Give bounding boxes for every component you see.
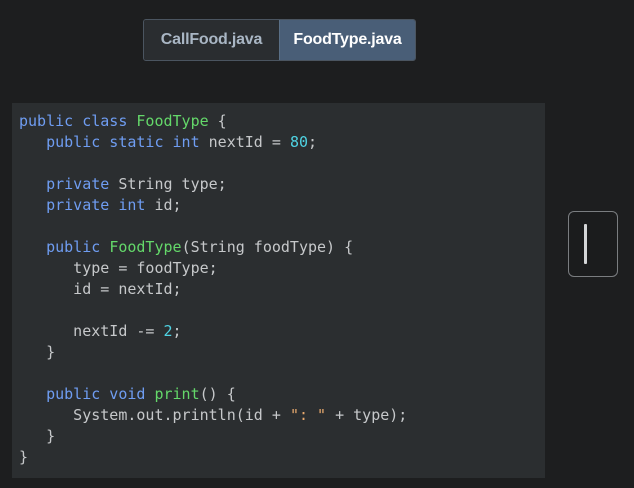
code-editor: public class FoodType { public static in… — [12, 103, 545, 478]
code-token: private — [19, 175, 119, 193]
code-line: } — [19, 447, 545, 468]
code-token: public — [19, 238, 110, 256]
code-token: id; — [154, 196, 182, 214]
tab-foodtype[interactable]: FoodType.java — [279, 20, 415, 60]
code-line: public class FoodType { — [19, 111, 545, 132]
code-token: print — [154, 385, 200, 403]
code-token: nextId -= — [19, 322, 164, 340]
code-token: () { — [199, 385, 236, 403]
scroll-widget[interactable] — [568, 211, 618, 277]
code-token: 80 — [289, 133, 308, 151]
code-token: public class — [19, 112, 137, 130]
code-token: { — [208, 112, 227, 130]
code-token: public static int — [19, 133, 209, 151]
code-token: FoodType — [109, 238, 182, 256]
file-tabs: CallFood.java FoodType.java — [143, 19, 416, 61]
code-line: } — [19, 426, 545, 447]
code-block: public class FoodType { public static in… — [19, 111, 545, 468]
code-token: ": " — [289, 406, 327, 424]
code-token: } — [19, 343, 56, 361]
code-token: ; — [308, 133, 318, 151]
code-token: System.out.println(id + — [19, 406, 290, 424]
tab-callfood[interactable]: CallFood.java — [144, 20, 279, 60]
code-line: public FoodType(String foodType) { — [19, 237, 545, 258]
code-line: private int id; — [19, 195, 545, 216]
code-line: System.out.println(id + ": " + type); — [19, 405, 545, 426]
code-token: ; — [172, 322, 182, 340]
code-line: private String type; — [19, 174, 545, 195]
code-token: type = foodType; — [19, 259, 218, 277]
code-line: public static int nextId = 80; — [19, 132, 545, 153]
vertical-bar-icon[interactable] — [584, 224, 587, 264]
code-line: id = nextId; — [19, 279, 545, 300]
code-token: (String foodType) { — [181, 238, 354, 256]
code-token: private int — [19, 196, 155, 214]
code-token: FoodType — [136, 112, 209, 130]
code-token: id = nextId; — [19, 280, 182, 298]
code-line: nextId -= 2; — [19, 321, 545, 342]
code-token: + type); — [326, 406, 408, 424]
code-line: public void print() { — [19, 384, 545, 405]
code-token: nextId = — [208, 133, 290, 151]
code-token: } — [19, 427, 56, 445]
code-line: } — [19, 342, 545, 363]
code-line: type = foodType; — [19, 258, 545, 279]
code-token: String type; — [118, 175, 227, 193]
code-token: 2 — [163, 322, 173, 340]
code-token: public void — [19, 385, 155, 403]
code-token: } — [19, 448, 29, 466]
